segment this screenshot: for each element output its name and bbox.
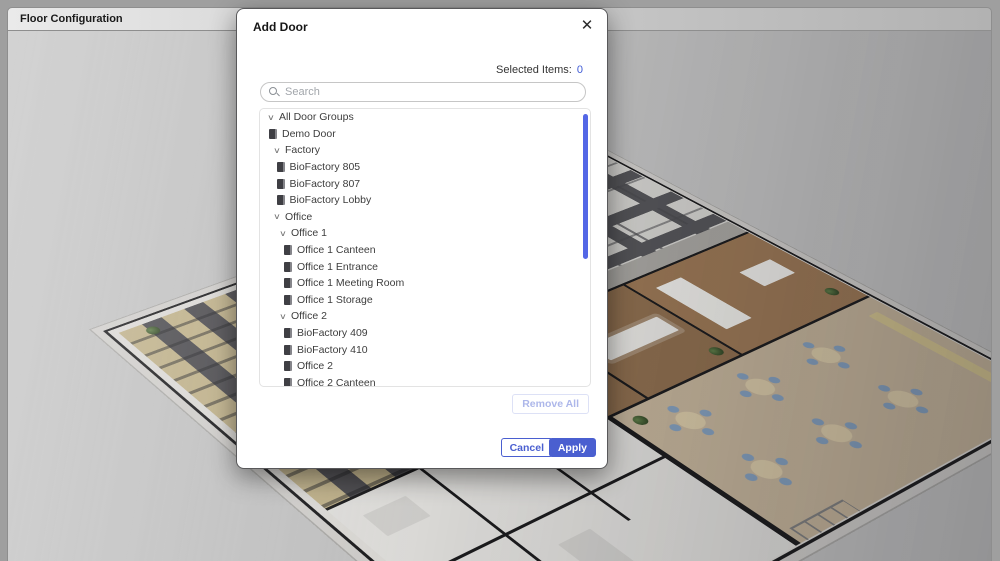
tree-item-label: Office 1 (291, 227, 327, 239)
canteen-table (882, 387, 925, 410)
canteen-table (744, 456, 789, 482)
tree-item-label: Office 2 Canteen (297, 377, 376, 387)
search-icon (269, 87, 277, 95)
door-icon (269, 129, 277, 139)
tree-item-label: Demo Door (282, 128, 336, 140)
wall (409, 455, 668, 561)
search-box (260, 82, 586, 102)
plant (706, 346, 727, 357)
modal-title: Add Door (253, 20, 308, 34)
chevron-down-icon: ∨ (277, 312, 290, 321)
remove-all-button[interactable]: Remove All (512, 394, 589, 414)
door-icon (284, 262, 292, 272)
tree-item-label: Office (285, 211, 312, 223)
kitchen-island (739, 259, 795, 286)
door-group-tree: ∨All Door GroupsDemo Door∨FactoryBioFact… (259, 108, 591, 387)
tree-item[interactable]: BioFactory 410 (260, 341, 590, 358)
plant (629, 414, 651, 427)
tree-item[interactable]: BioFactory Lobby (260, 192, 590, 209)
tree-item[interactable]: BioFactory 805 (260, 159, 590, 176)
chevron-down-icon: ∨ (265, 113, 278, 122)
door-icon (277, 195, 285, 205)
tree-item[interactable]: BioFactory 807 (260, 175, 590, 192)
room-furniture (363, 496, 431, 536)
tree-item-label: Office 2 (291, 310, 327, 322)
tree-item-label: Office 2 (297, 360, 333, 372)
tree-item-label: Office 1 Meeting Room (297, 277, 404, 289)
tree-item[interactable]: ∨Factory (260, 142, 590, 159)
canteen-table (739, 376, 781, 399)
tree-scrollbar[interactable] (583, 114, 588, 259)
tree-item[interactable]: Office 1 Canteen (260, 242, 590, 259)
tree-item-label: BioFactory 805 (290, 161, 361, 173)
room-furniture (558, 529, 643, 561)
tree-item[interactable]: ∨Office 1 (260, 225, 590, 242)
cancel-button[interactable]: Cancel (501, 438, 553, 457)
tree-item[interactable]: Office 2 (260, 358, 590, 375)
door-icon (284, 245, 292, 255)
canteen-bench (868, 312, 992, 395)
door-icon (284, 345, 292, 355)
tree-item[interactable]: ∨Office (260, 209, 590, 226)
plant (822, 287, 842, 297)
tree-item-label: Office 1 Entrance (297, 261, 378, 273)
tree-item-label: BioFactory 409 (297, 327, 368, 339)
canteen-table (815, 421, 859, 446)
tree-item-label: BioFactory 807 (290, 178, 361, 190)
tree-item[interactable]: BioFactory 409 (260, 325, 590, 342)
tree-item[interactable]: Office 2 Canteen (260, 375, 590, 388)
tree-item-label: BioFactory Lobby (290, 194, 372, 206)
tree-item-label: Office 1 Storage (297, 294, 373, 306)
door-icon (277, 162, 285, 172)
tree-item[interactable]: ∨All Door Groups (260, 109, 590, 126)
tree-item-label: All Door Groups (279, 111, 354, 123)
tree-item-label: Factory (285, 144, 320, 156)
door-icon (284, 328, 292, 338)
selected-items-row: Selected Items: 0 (496, 64, 583, 76)
search-input[interactable] (285, 83, 581, 101)
tree-item[interactable]: Office 1 Meeting Room (260, 275, 590, 292)
add-door-modal: Add Door ✕ Selected Items:0 ∨All Door Gr… (236, 8, 608, 469)
door-icon (284, 295, 292, 305)
apply-button[interactable]: Apply (549, 438, 596, 457)
selected-items-count: 0 (577, 64, 583, 76)
tree-item-label: BioFactory 410 (297, 344, 368, 356)
chevron-down-icon: ∨ (271, 146, 284, 155)
tree-item[interactable]: Office 1 Entrance (260, 258, 590, 275)
door-icon (284, 378, 292, 387)
door-icon (284, 278, 292, 288)
chevron-down-icon: ∨ (277, 229, 290, 238)
selected-items-label: Selected Items: (496, 64, 572, 76)
tree-item[interactable]: Office 1 Storage (260, 292, 590, 309)
canteen-table (669, 408, 712, 432)
tree-item[interactable]: ∨Office 2 (260, 308, 590, 325)
tree-item-label: Office 1 Canteen (297, 244, 376, 256)
door-icon (277, 179, 285, 189)
tree-rows: ∨All Door GroupsDemo Door∨FactoryBioFact… (260, 109, 590, 387)
close-icon[interactable]: ✕ (577, 16, 597, 36)
canteen-table (806, 344, 847, 366)
chevron-down-icon: ∨ (271, 212, 284, 221)
tree-item[interactable]: Demo Door (260, 126, 590, 143)
door-icon (284, 361, 292, 371)
